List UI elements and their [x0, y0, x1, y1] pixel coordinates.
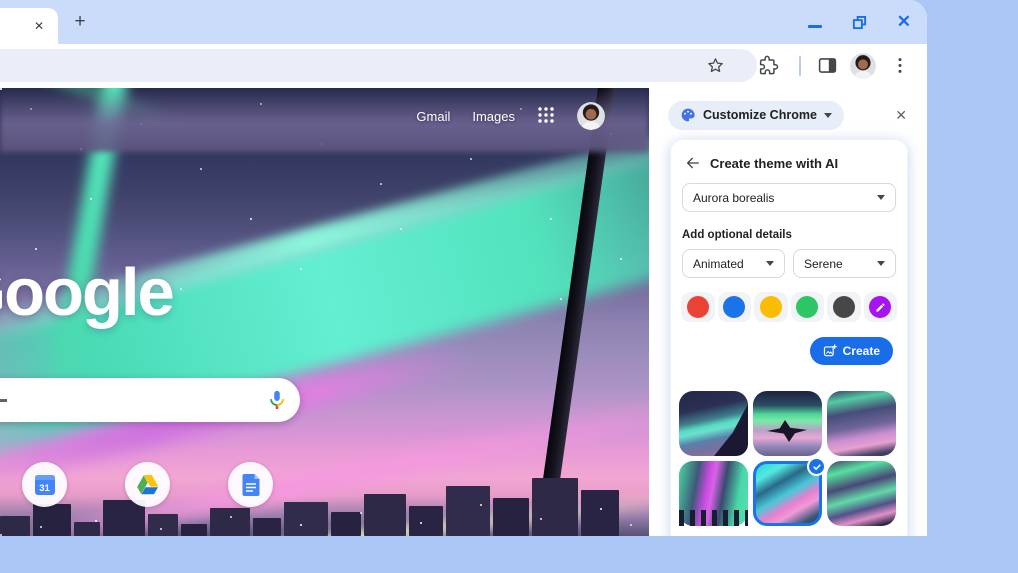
- tab-strip: ✕ + ✕: [0, 0, 927, 44]
- new-tab-page: Gmail Images oogle 31: [0, 88, 649, 536]
- swatch-yellow[interactable]: [754, 292, 788, 322]
- calendar-day: 31: [39, 482, 50, 494]
- theme-thumbnail-2[interactable]: [753, 391, 822, 456]
- optional-details-label: Add optional details: [682, 229, 792, 241]
- theme-thumbnail-6[interactable]: [827, 461, 896, 526]
- shortcut-row: 31: [22, 462, 273, 507]
- search-text-fragment: [0, 399, 7, 402]
- images-link[interactable]: Images: [472, 109, 515, 124]
- browser-window: ✕ + ✕ Gmail Images oogle 31 Customize Ch…: [0, 0, 927, 536]
- theme-subject-value: Aurora borealis: [693, 190, 775, 205]
- swatch-blue[interactable]: [717, 292, 751, 322]
- shortcut-calendar[interactable]: 31: [22, 462, 67, 507]
- create-theme-card: Create theme with AI Aurora borealis Add…: [671, 140, 907, 536]
- swatch-green-dot: [796, 296, 819, 318]
- window-controls: ✕: [807, 0, 911, 44]
- calendar-icon: 31: [34, 474, 55, 495]
- theme-thumbnail-5-selected[interactable]: [753, 457, 826, 526]
- active-tab[interactable]: ✕: [0, 8, 58, 44]
- browser-toolbar: [0, 44, 927, 88]
- panel-close-icon[interactable]: ✕: [891, 103, 911, 128]
- style-value: Serene: [804, 256, 843, 271]
- address-bar[interactable]: [0, 49, 757, 82]
- chevron-down-icon: [823, 112, 832, 118]
- create-button-label: Create: [842, 344, 880, 358]
- theme-thumbnails-grid: [679, 391, 899, 526]
- mood-select[interactable]: Animated: [682, 249, 785, 278]
- mood-value: Animated: [693, 256, 744, 271]
- desktop-background: ✕ + ✕ Gmail Images oogle 31 Customize Ch…: [0, 0, 1018, 573]
- swatch-gray-dot: [832, 296, 855, 318]
- avatar-image: [577, 102, 605, 130]
- palette-icon: [681, 108, 695, 122]
- search-bar[interactable]: [0, 378, 300, 422]
- drive-icon: [137, 474, 159, 495]
- shortcut-drive[interactable]: [125, 462, 170, 507]
- swatch-gray[interactable]: [827, 292, 861, 322]
- tab-close-icon[interactable]: ✕: [30, 17, 48, 35]
- custom-color-dot: [869, 296, 892, 318]
- shortcut-docs[interactable]: [228, 462, 273, 507]
- create-row: Create: [685, 337, 893, 365]
- new-tab-button[interactable]: +: [66, 8, 94, 36]
- ntp-header: Gmail Images: [416, 102, 605, 130]
- minimize-icon: [807, 24, 822, 28]
- chevron-down-icon: [877, 195, 885, 200]
- swatch-red[interactable]: [681, 292, 715, 322]
- extensions-icon[interactable]: [758, 55, 779, 81]
- back-arrow-icon[interactable]: [685, 155, 701, 171]
- close-button[interactable]: ✕: [897, 12, 911, 32]
- docs-icon: [242, 473, 259, 496]
- google-logo: Google: [0, 255, 175, 330]
- chevron-down-icon: [877, 261, 885, 266]
- restore-icon: [852, 15, 866, 29]
- panel-title-dropdown[interactable]: Customize Chrome: [668, 100, 844, 130]
- theme-thumbnail-4[interactable]: [679, 461, 748, 526]
- theme-thumbnail-3[interactable]: [827, 391, 896, 456]
- side-panel-header: Customize Chrome ✕: [649, 88, 927, 142]
- selected-check-badge: [807, 457, 826, 476]
- minimize-button[interactable]: [807, 17, 822, 28]
- city-lights: [0, 534, 2, 536]
- theme-subject-select[interactable]: Aurora borealis: [682, 183, 896, 212]
- swatch-custom-color[interactable]: [863, 292, 897, 322]
- voice-search-mic-icon[interactable]: [266, 389, 288, 416]
- bookmark-star-icon[interactable]: [706, 56, 725, 80]
- swatch-blue-dot: [723, 296, 746, 318]
- profile-avatar[interactable]: [850, 53, 876, 79]
- card-title: Create theme with AI: [710, 155, 839, 171]
- customize-chrome-panel: Customize Chrome ✕ Create theme with AI …: [649, 88, 927, 536]
- avatar-image: [850, 53, 876, 79]
- chevron-down-icon: [766, 261, 774, 266]
- swatch-yellow-dot: [759, 296, 782, 318]
- style-select[interactable]: Serene: [793, 249, 896, 278]
- side-panel-icon[interactable]: [817, 55, 838, 81]
- color-swatch-row: [681, 292, 897, 322]
- google-apps-icon[interactable]: [537, 106, 555, 127]
- create-button[interactable]: Create: [809, 337, 893, 365]
- swatch-green[interactable]: [790, 292, 824, 322]
- ntp-profile-avatar[interactable]: [577, 102, 605, 130]
- window-content: Gmail Images oogle 31 Customize Chrome ✕…: [0, 88, 927, 536]
- image-sparkle-icon: [823, 344, 837, 357]
- toolbar-divider: [799, 56, 801, 76]
- theme-thumbnail-1[interactable]: [679, 391, 748, 456]
- pencil-icon: [876, 302, 885, 312]
- swatch-red-dot: [686, 296, 709, 318]
- gmail-link[interactable]: Gmail: [416, 109, 450, 124]
- card-header: Create theme with AI: [671, 140, 907, 180]
- detail-selects-row: Animated Serene: [682, 249, 896, 278]
- browser-menu-icon[interactable]: [890, 55, 910, 81]
- restore-button[interactable]: [852, 15, 867, 30]
- panel-title: Customize Chrome: [703, 108, 817, 122]
